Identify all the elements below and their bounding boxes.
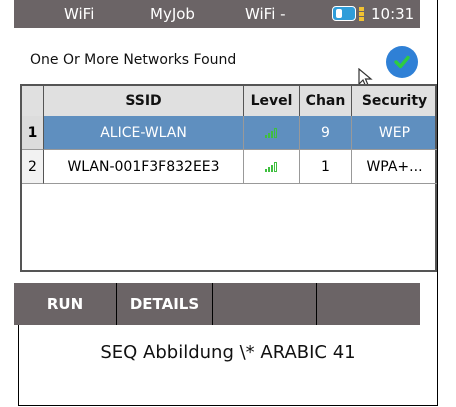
column-header-level[interactable]: Level: [244, 86, 300, 116]
run-button[interactable]: RUN: [14, 283, 117, 325]
ssid-cell: ALICE-WLAN: [44, 116, 244, 150]
ssid-cell: WLAN-001F3F832EE3: [44, 150, 244, 184]
chan-cell: 1: [300, 150, 352, 184]
softkey-3-button[interactable]: [213, 283, 317, 325]
details-button[interactable]: DETAILS: [117, 283, 213, 325]
column-header-security[interactable]: Security: [352, 86, 437, 116]
signal-strength-icon: [264, 127, 279, 138]
status-bar: WiFi MyJob WiFi - 10:31: [14, 0, 420, 28]
status-myjob-label: MyJob: [150, 5, 195, 23]
page-title: One Or More Networks Found: [30, 52, 237, 68]
checkmark-icon[interactable]: [386, 46, 418, 78]
battery-icon: [332, 6, 356, 21]
signal-strength-icon: [264, 161, 279, 172]
security-cell: WPA+...: [352, 150, 437, 184]
column-header-chan[interactable]: Chan: [300, 86, 352, 116]
status-time: 10:31: [371, 5, 415, 23]
security-cell: WEP: [352, 116, 437, 150]
level-cell: [244, 150, 300, 184]
column-header-ssid[interactable]: SSID: [44, 86, 244, 116]
figure-caption: SEQ Abbildung \* ARABIC 41: [100, 342, 356, 363]
networks-table: SSID Level Chan Security 1 ALICE-WLAN 9 …: [20, 84, 437, 272]
battery-level-icon: [359, 7, 364, 21]
row-index: 1: [22, 116, 44, 150]
table-row[interactable]: 2 WLAN-001F3F832EE3 1 WPA+...: [22, 150, 437, 184]
status-wifi-mode-label: WiFi -: [245, 5, 286, 23]
table-row[interactable]: 1 ALICE-WLAN 9 WEP: [22, 116, 437, 150]
chan-cell: 9: [300, 116, 352, 150]
row-index: 2: [22, 150, 44, 184]
softkey-bar: RUN DETAILS: [14, 283, 420, 325]
softkey-4-button[interactable]: [317, 283, 420, 325]
status-wifi-label: WiFi: [64, 5, 95, 23]
level-cell: [244, 116, 300, 150]
header-index-cell: [22, 86, 44, 116]
table-header: SSID Level Chan Security: [22, 86, 435, 117]
